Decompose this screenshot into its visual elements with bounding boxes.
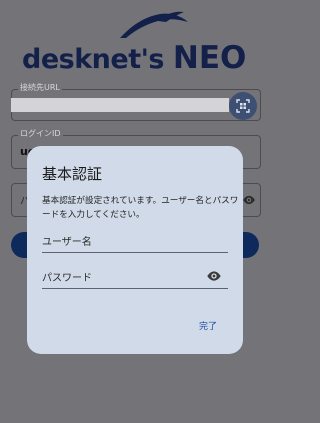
- eye-icon[interactable]: [242, 193, 256, 207]
- done-button[interactable]: 完了: [199, 319, 217, 332]
- qr-scan-icon: [236, 99, 250, 113]
- login-id-label: ログインID: [18, 128, 63, 139]
- url-input[interactable]: [11, 98, 229, 112]
- dialog-message: 基本認証が設定されています。ユーザー名とパスワードを入力してください。: [42, 196, 239, 220]
- bird-logo-icon: [120, 11, 188, 38]
- basic-auth-dialog: 基本認証 基本認証が設定されています。ユーザー名とパスワードを入力してください。…: [27, 146, 243, 354]
- logo: desknet's NEO: [0, 8, 270, 76]
- dialog-title: 基本認証: [42, 165, 103, 183]
- password-placeholder: パスワード: [42, 273, 92, 284]
- brand-wordmark: desknet's NEO: [22, 40, 247, 76]
- username-field[interactable]: ユーザー名: [42, 230, 228, 253]
- eye-icon[interactable]: [206, 268, 222, 284]
- qr-scan-button[interactable]: [229, 92, 257, 120]
- dialog-password-field[interactable]: パスワード: [42, 266, 228, 289]
- username-placeholder: ユーザー名: [42, 237, 92, 248]
- url-field-label: 接続先URL: [18, 82, 62, 93]
